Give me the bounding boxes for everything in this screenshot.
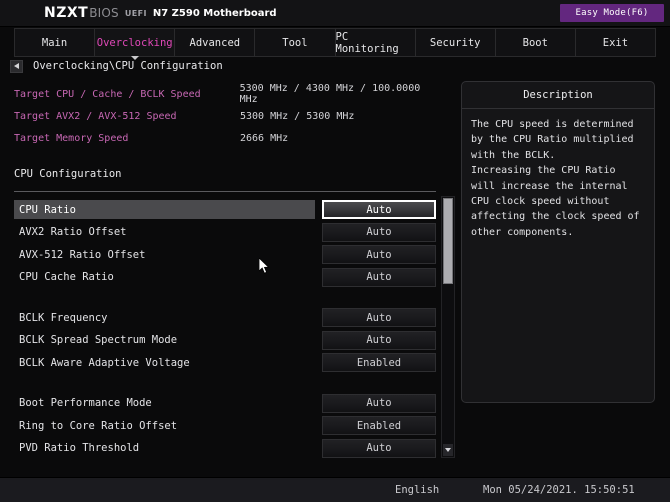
title-bar: NZXT BIOS UEFI N7 Z590 Motherboard Easy … bbox=[0, 0, 670, 27]
target-speed-label: Target Memory Speed bbox=[14, 132, 129, 144]
description-panel: Description The CPU speed is determined … bbox=[461, 81, 655, 403]
settings-list: CPU Ratio Auto AVX2 Ratio Offset Auto AVX-51… bbox=[14, 200, 436, 458]
setting-row[interactable]: Boot Performance Mode Auto bbox=[14, 393, 436, 413]
bios-screen: NZXT BIOS UEFI N7 Z590 Motherboard Easy … bbox=[0, 0, 670, 502]
setting-value-dropdown[interactable]: Auto bbox=[322, 245, 436, 264]
setting-label: AVX-512 Ratio Offset bbox=[19, 248, 146, 261]
setting-label: Boot Performance Mode bbox=[19, 397, 152, 409]
setting-value-text: Auto bbox=[366, 397, 392, 409]
setting-value-text: Enabled bbox=[356, 356, 402, 369]
target-speed-value: 5300 MHz / 5300 MHz bbox=[240, 110, 355, 122]
main-tab-bar: Main Overclocking Advanced Tool PC Monitorin… bbox=[14, 28, 656, 60]
status-bar: English Mon 05/24/2021. 15:50:51 bbox=[0, 477, 670, 502]
brand-logo: NZXT BIOS UEFI N7 Z590 Motherboard bbox=[44, 0, 277, 26]
tab-label: Security bbox=[429, 36, 481, 49]
setting-value-dropdown[interactable]: Auto bbox=[322, 267, 436, 287]
target-speed-value: 5300 MHz / 4300 MHz / 100.0000 MHz bbox=[239, 83, 421, 105]
setting-row[interactable]: CPU Ratio Auto bbox=[14, 200, 436, 219]
target-speed-value: 2666 MHz bbox=[240, 132, 289, 144]
tab-main[interactable]: Main bbox=[15, 29, 96, 56]
setting-label: BCLK Spread Spectrum Mode bbox=[19, 334, 178, 346]
setting-value-text: Enabled bbox=[356, 419, 402, 432]
setting-value-dropdown[interactable]: Auto bbox=[322, 438, 436, 458]
setting-row[interactable]: AVX2 Ratio Offset Auto bbox=[14, 222, 436, 242]
target-speed-row: Target AVX2 / AVX-512 Speed 5300 MHz / 53… bbox=[14, 108, 444, 124]
settings-scrollbar[interactable] bbox=[441, 196, 455, 458]
left-arrow-icon[interactable] bbox=[10, 59, 23, 73]
tab-label: Main bbox=[41, 36, 68, 49]
breadcrumb: Overclocking\CPU Configuration bbox=[10, 58, 223, 74]
setting-value-dropdown[interactable]: Enabled bbox=[322, 353, 436, 372]
brand-name: NZXT bbox=[44, 5, 89, 21]
section-divider bbox=[14, 191, 436, 192]
setting-row[interactable]: Ring to Core Ratio Offset Enabled bbox=[14, 416, 436, 435]
language-selector[interactable]: English bbox=[395, 478, 439, 502]
breadcrumb-path: Overclocking\CPU Configuration bbox=[33, 60, 223, 72]
setting-row[interactable]: BCLK Aware Adaptive Voltage Enabled bbox=[14, 353, 436, 372]
page-title: CPU Configuration bbox=[14, 168, 122, 180]
setting-label: Ring to Core Ratio Offset bbox=[19, 419, 178, 432]
setting-label: CPU Ratio bbox=[14, 200, 315, 219]
setting-value-dropdown[interactable]: Enabled bbox=[322, 416, 436, 435]
tab-pc-monitoring[interactable]: PC Monitoring bbox=[335, 29, 416, 56]
setting-value-dropdown[interactable]: Auto bbox=[322, 308, 436, 327]
brand-bios-label: BIOS bbox=[89, 6, 119, 20]
scrollbar-thumb[interactable] bbox=[443, 198, 453, 284]
motherboard-model: N7 Z590 Motherboard bbox=[152, 7, 277, 19]
tab-label: Exit bbox=[602, 36, 629, 49]
target-speed-row: Target Memory Speed 2666 MHz bbox=[14, 130, 444, 146]
setting-row[interactable]: BCLK Frequency Auto bbox=[14, 308, 436, 327]
setting-value-text: Auto bbox=[366, 248, 392, 261]
setting-row[interactable]: AVX-512 Ratio Offset Auto bbox=[14, 245, 436, 264]
tab-advanced[interactable]: Advanced bbox=[175, 29, 256, 56]
setting-label: PVD Ratio Threshold bbox=[19, 442, 140, 454]
tab-security[interactable]: Security bbox=[415, 29, 496, 56]
setting-value-text: Auto bbox=[366, 334, 392, 346]
setting-label: AVX2 Ratio Offset bbox=[19, 226, 127, 238]
description-title: Description bbox=[462, 82, 654, 109]
setting-value-dropdown[interactable]: Auto bbox=[322, 330, 436, 350]
datetime-display: Mon 05/24/2021. 15:50:51 bbox=[483, 484, 635, 496]
setting-value-dropdown[interactable]: Auto bbox=[322, 222, 436, 242]
setting-row[interactable]: CPU Cache Ratio Auto bbox=[14, 267, 436, 287]
tab-label: Overclocking bbox=[96, 36, 173, 49]
chevron-down-icon[interactable] bbox=[443, 444, 453, 456]
tab-exit[interactable]: Exit bbox=[575, 29, 655, 56]
setting-row[interactable]: PVD Ratio Threshold Auto bbox=[14, 438, 436, 458]
easy-mode-button[interactable]: Easy Mode(F6) bbox=[560, 4, 664, 22]
tab-label: PC Monitoring bbox=[335, 30, 399, 55]
tab-label: Advanced bbox=[189, 36, 241, 49]
setting-row[interactable]: BCLK Spread Spectrum Mode Auto bbox=[14, 330, 436, 350]
tab-label: Tool bbox=[282, 36, 308, 49]
setting-value-text: Auto bbox=[366, 442, 392, 454]
target-speed-label: Target CPU / Cache / BCLK Speed bbox=[14, 88, 201, 100]
brand-uefi-label: UEFI bbox=[124, 8, 147, 18]
tab-tool[interactable]: Tool bbox=[255, 29, 336, 56]
tab-overclocking[interactable]: Overclocking bbox=[95, 29, 176, 60]
setting-value-dropdown[interactable]: Auto bbox=[322, 200, 436, 219]
tab-label: Boot bbox=[522, 36, 548, 49]
setting-value-text: Auto bbox=[366, 203, 392, 216]
setting-label: CPU Cache Ratio bbox=[19, 271, 114, 283]
setting-value-dropdown[interactable]: Auto bbox=[322, 393, 436, 413]
tab-boot[interactable]: Boot bbox=[495, 29, 576, 56]
setting-value-text: Auto bbox=[366, 226, 392, 238]
description-text: The CPU speed is determined by the CPU R… bbox=[471, 119, 640, 238]
setting-value-text: Auto bbox=[366, 271, 392, 283]
setting-label: BCLK Aware Adaptive Voltage bbox=[19, 356, 190, 369]
target-speed-row: Target CPU / Cache / BCLK Speed 5300 MHz … bbox=[14, 83, 444, 105]
setting-label: BCLK Frequency bbox=[19, 311, 108, 324]
target-speed-label: Target AVX2 / AVX-512 Speed bbox=[14, 110, 177, 122]
setting-value-text: Auto bbox=[366, 311, 392, 324]
